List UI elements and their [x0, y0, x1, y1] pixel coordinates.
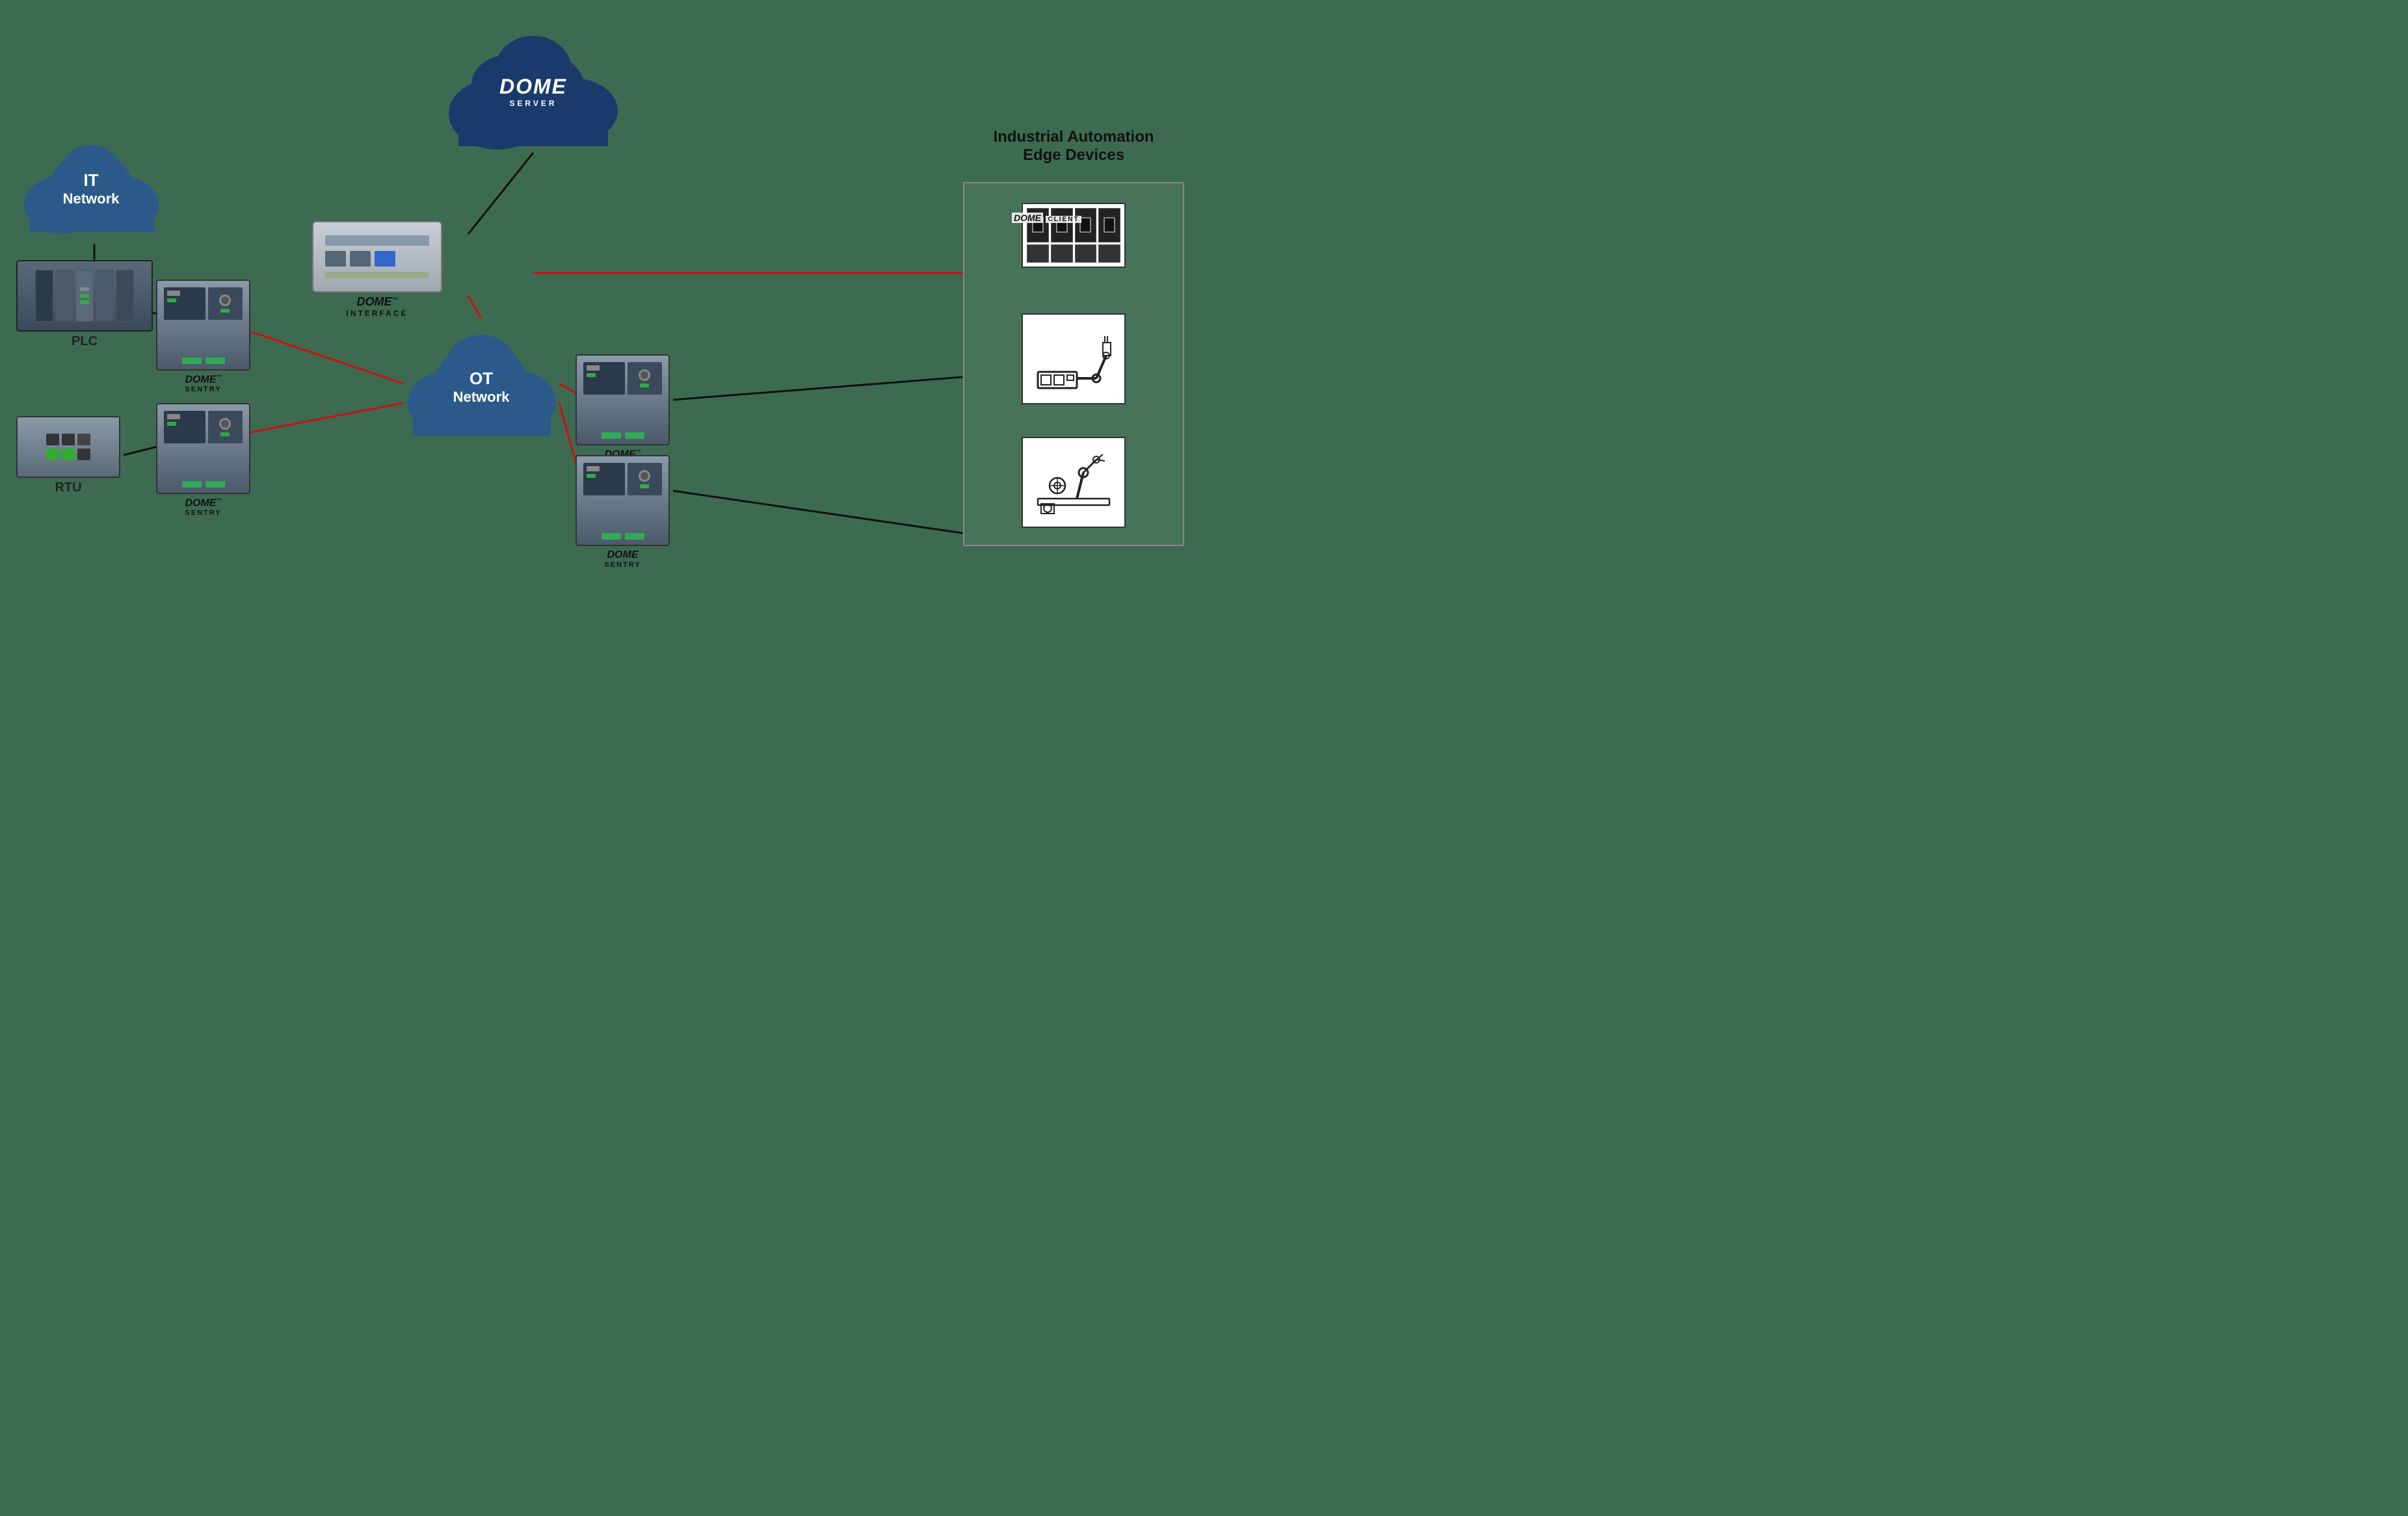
- dome-sentry-left-bottom-logo: DOME: [185, 497, 217, 508]
- dome-client-area: DOME CLIENT: [1009, 203, 1139, 224]
- dome-sentry-left-bottom-sub: SENTRY: [156, 509, 250, 517]
- dome-sentry-left-bottom: DOME™ SENTRY: [156, 403, 250, 533]
- it-label: IT: [63, 170, 120, 190]
- ot-network-cloud: OT Network: [403, 319, 559, 445]
- network-label: Network: [63, 190, 120, 207]
- edge-devices-container: Industrial Automation Edge Devices: [963, 182, 1184, 546]
- it-network-cloud: IT Network: [20, 130, 163, 241]
- dome-client-logo: DOME: [1012, 213, 1043, 223]
- dome-sentry-right-bottom: DOME SENTRY: [576, 455, 670, 585]
- plc-label: PLC: [16, 334, 153, 349]
- plc-device: PLC: [16, 260, 153, 358]
- robot-arm-icon-1: [1022, 313, 1126, 404]
- ot-label: OT: [453, 369, 510, 389]
- dome-interface-area: DOME™ INTERFACE: [312, 221, 442, 318]
- dome-sentry-left-top-logo: DOME: [185, 374, 217, 385]
- ot-network-label: Network: [453, 389, 510, 406]
- edge-devices-title-line2: Edge Devices: [964, 146, 1183, 164]
- dome-sentry-right-bottom-logo: DOME: [607, 549, 639, 560]
- dome-sentry-left-top: DOME™ SENTRY: [156, 280, 250, 410]
- dome-interface-sub: INTERFACE: [346, 309, 408, 318]
- dome-server-logo: DOME: [499, 75, 567, 99]
- rtu-label: RTU: [16, 480, 120, 495]
- rtu-device: RTU: [16, 416, 120, 501]
- edge-devices-title-line1: Industrial Automation: [964, 128, 1183, 146]
- dome-sentry-right-bottom-sub: SENTRY: [576, 561, 670, 569]
- dome-sentry-left-top-sub: SENTRY: [156, 386, 250, 393]
- dome-server-tm: SERVER: [499, 99, 567, 108]
- dome-server-cloud: DOME SERVER: [442, 13, 624, 156]
- dome-interface-logo: DOME: [356, 295, 391, 308]
- robot-arm-icon-2: [1022, 437, 1126, 528]
- dome-client-sub: CLIENT: [1046, 216, 1081, 223]
